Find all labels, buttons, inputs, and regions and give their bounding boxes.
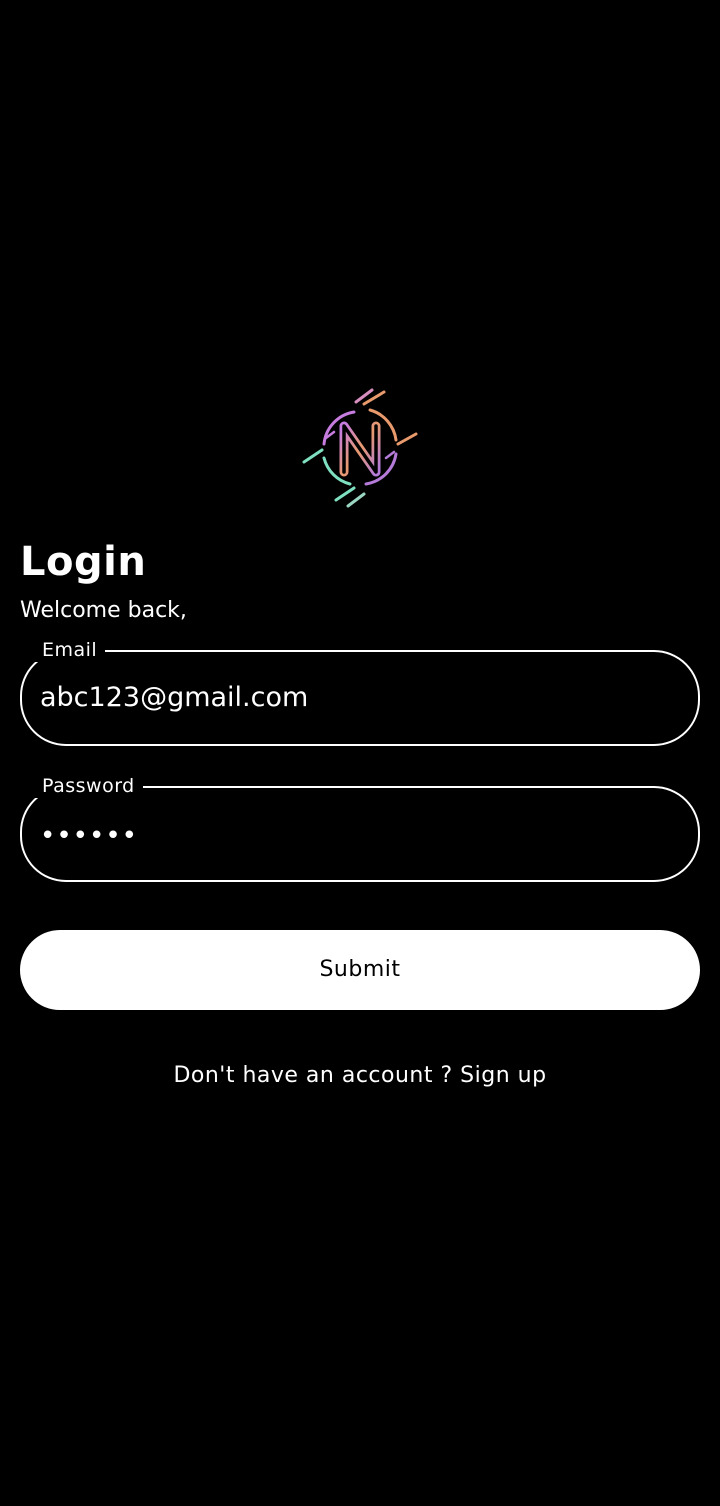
app-logo: [300, 388, 420, 508]
password-field[interactable]: Password ••••••: [20, 774, 700, 882]
welcome-subtitle: Welcome back,: [20, 598, 187, 623]
email-label: Email: [34, 638, 106, 662]
signup-link[interactable]: Sign up: [460, 1063, 546, 1088]
email-field[interactable]: Email abc123@gmail.com: [20, 638, 700, 746]
n-letter-logo-icon: [302, 388, 418, 508]
submit-button[interactable]: Submit: [20, 930, 700, 1010]
email-input-value[interactable]: abc123@gmail.com: [40, 680, 308, 716]
signup-prompt-line: Don't have an account ? Sign up: [0, 1060, 720, 1092]
page-title: Login: [20, 539, 147, 585]
password-label: Password: [34, 774, 143, 798]
password-input-value[interactable]: ••••••: [40, 818, 138, 854]
signup-prompt-text: Don't have an account ?: [173, 1063, 453, 1088]
